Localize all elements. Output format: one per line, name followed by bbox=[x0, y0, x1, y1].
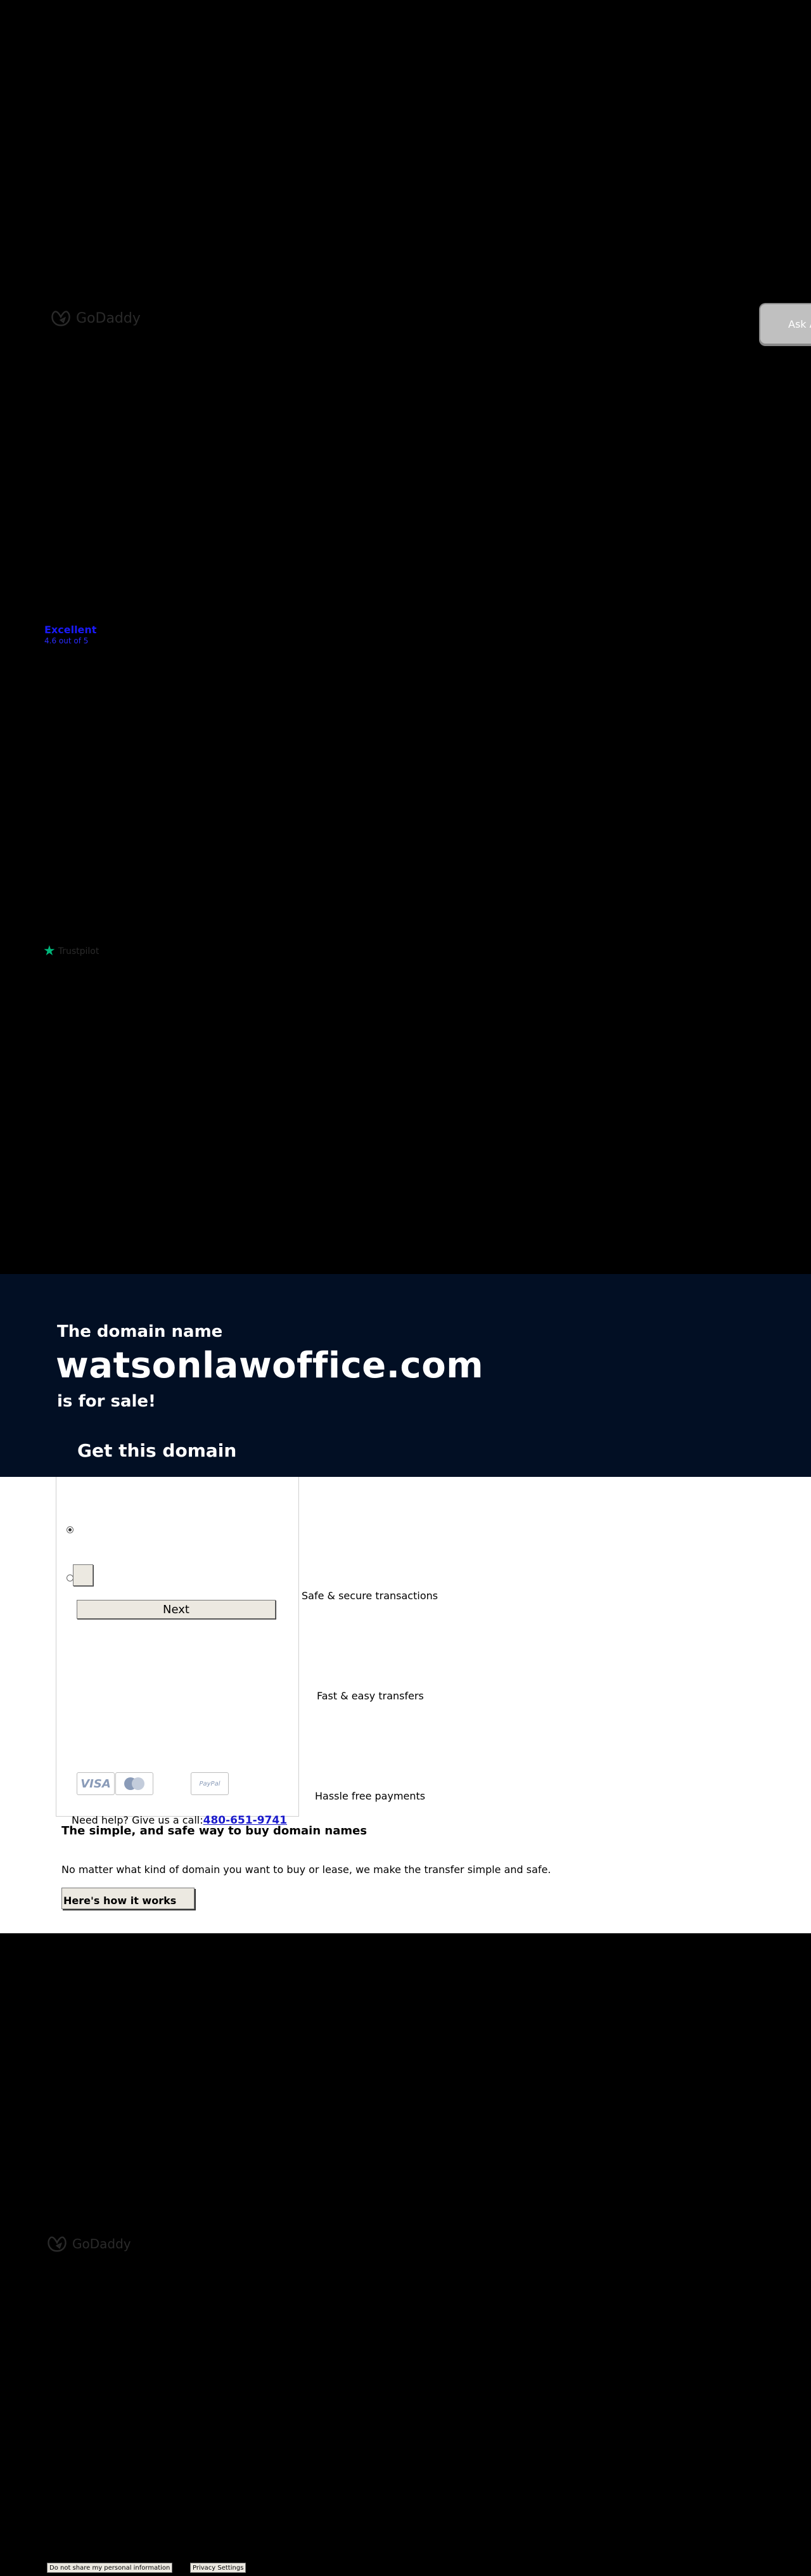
get-domain-heading: Get this domain bbox=[77, 1440, 237, 1461]
godaddy-logo-icon bbox=[48, 2236, 67, 2252]
ask-button[interactable]: Ask A bbox=[759, 303, 811, 345]
simple-way-heading: The simple, and safe way to buy domain n… bbox=[61, 1824, 367, 1838]
feature-fast-transfers: Fast & easy transfers bbox=[317, 1690, 424, 1702]
visa-text: VISA bbox=[80, 1777, 111, 1791]
star-icon: ★ bbox=[43, 943, 56, 959]
brand-name: GoDaddy bbox=[76, 310, 141, 326]
purchase-form-panel: Next VISA PayPal bbox=[56, 1477, 299, 1817]
feature-safe-transactions: Safe & secure transactions bbox=[302, 1590, 438, 1602]
privacy-settings-button[interactable]: Privacy Settings bbox=[190, 2563, 246, 2573]
feature-hassle-free-payments: Hassle free payments bbox=[315, 1790, 426, 1802]
paypal-icon: PayPal bbox=[191, 1772, 229, 1795]
godaddy-logo[interactable]: GoDaddy bbox=[51, 309, 141, 327]
trustpilot-label: Trustpilot bbox=[58, 946, 99, 956]
hero-domain-name: watsonlawoffice.com bbox=[56, 1345, 484, 1386]
ask-button-label: Ask A bbox=[788, 318, 811, 330]
godaddy-logo-icon bbox=[51, 311, 70, 326]
mastercard-icon bbox=[115, 1772, 153, 1795]
godaddy-footer-logo[interactable]: GoDaddy bbox=[47, 2235, 131, 2253]
next-button[interactable]: Next bbox=[77, 1600, 276, 1619]
option-select-button[interactable] bbox=[73, 1564, 93, 1586]
rating-label[interactable]: Excellent bbox=[44, 624, 96, 636]
hero-banner: The domain name watsonlawoffice.com is f… bbox=[0, 1274, 811, 1477]
hero-pretext: The domain name bbox=[57, 1322, 223, 1341]
brand-name-footer: GoDaddy bbox=[72, 2236, 131, 2251]
visa-icon: VISA bbox=[77, 1772, 115, 1795]
how-it-works-button[interactable]: Here's how it works bbox=[61, 1888, 195, 1909]
paypal-text: PayPal bbox=[199, 1780, 220, 1787]
simple-way-body: No matter what kind of domain you want t… bbox=[61, 1864, 551, 1876]
buy-option-radio[interactable] bbox=[67, 1526, 73, 1533]
rating-sublabel[interactable]: 4.6 out of 5 bbox=[44, 636, 88, 645]
hero-posttext: is for sale! bbox=[57, 1392, 156, 1411]
trustpilot-logo[interactable]: ★ Trustpilot bbox=[43, 944, 99, 958]
do-not-share-button[interactable]: Do not share my personal information bbox=[47, 2563, 173, 2573]
